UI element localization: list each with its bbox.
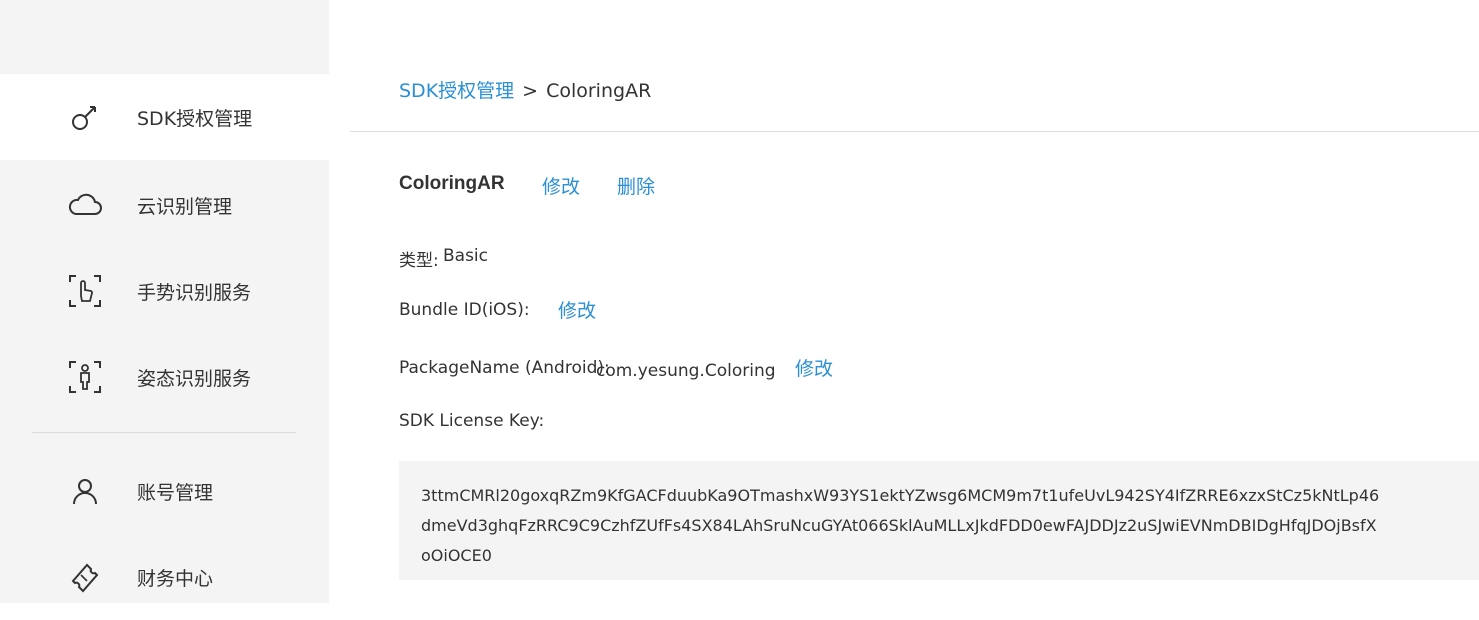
edit-bundle-id-button[interactable]: 修改 (558, 296, 596, 323)
license-key-box: 3ttmCMRl20goxqRZm9KfGACFduubKa9OTmashxW9… (399, 461, 1479, 580)
hand-gesture-icon (66, 272, 104, 310)
ticket-icon (66, 558, 104, 596)
sidebar-item-sdk-auth[interactable]: SDK授权管理 (0, 74, 329, 160)
breadcrumb-current: ColoringAR (546, 80, 652, 102)
delete-app-button[interactable]: 删除 (617, 172, 655, 199)
edit-package-name-button[interactable]: 修改 (795, 354, 833, 381)
bundle-id-label: Bundle ID(iOS): (399, 300, 530, 320)
sidebar-item-gesture[interactable]: 手势识别服务 (0, 248, 329, 334)
sidebar: SDK授权管理 云识别管理 手势识别服务 姿态识别服务 账号管理 财务中心 (0, 0, 329, 603)
type-label: 类型: (399, 251, 439, 271)
sidebar-item-pose[interactable]: 姿态识别服务 (0, 334, 329, 420)
license-key-value[interactable]: 3ttmCMRl20goxqRZm9KfGACFduubKa9OTmashxW9… (421, 481, 1381, 571)
type-value: Basic (443, 246, 489, 266)
page-title: ColoringAR (399, 173, 505, 194)
breadcrumb-separator: > (522, 80, 539, 102)
sidebar-item-label: 手势识别服务 (137, 281, 252, 304)
sidebar-item-finance[interactable]: 财务中心 (0, 534, 329, 620)
body-pose-icon (66, 358, 104, 396)
key-icon (66, 98, 104, 136)
sidebar-item-label: 账号管理 (137, 481, 214, 504)
package-name-value: com.yesung.Coloring (596, 361, 776, 381)
cloud-icon (66, 186, 104, 224)
sidebar-item-label: 云识别管理 (137, 195, 233, 218)
sidebar-divider (32, 432, 296, 433)
sidebar-item-label: SDK授权管理 (137, 107, 253, 130)
sidebar-item-account[interactable]: 账号管理 (0, 448, 329, 534)
breadcrumb-parent-link[interactable]: SDK授权管理 (399, 80, 514, 102)
edit-app-button[interactable]: 修改 (542, 172, 580, 199)
user-icon (66, 472, 104, 510)
package-name-label: PackageName (Android): (399, 358, 610, 378)
breadcrumb: SDK授权管理 > ColoringAR (399, 76, 651, 103)
header-divider (350, 131, 1479, 132)
sidebar-item-cloud[interactable]: 云识别管理 (0, 162, 329, 248)
sidebar-item-label: 姿态识别服务 (137, 367, 252, 390)
main-content: SDK授权管理 > ColoringAR ColoringAR 修改 删除 类型: … (329, 0, 1479, 603)
license-key-label: SDK License Key: (399, 411, 545, 431)
sidebar-item-label: 财务中心 (137, 567, 214, 590)
